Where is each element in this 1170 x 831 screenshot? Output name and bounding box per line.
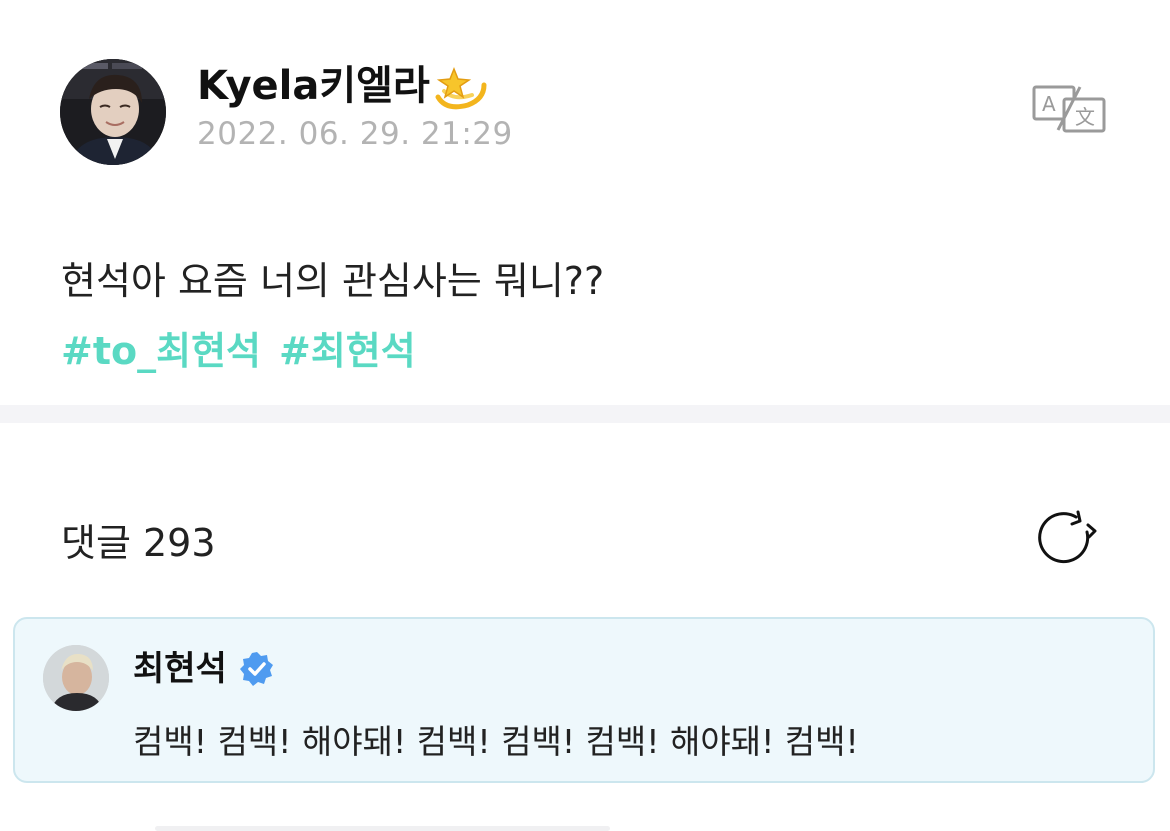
verified-badge-icon — [239, 651, 275, 687]
author-avatar[interactable] — [60, 59, 166, 165]
comment-author-avatar[interactable] — [43, 645, 109, 711]
author-name[interactable]: Kyela키엘라 — [197, 58, 488, 114]
translate-button[interactable]: A 文 — [1028, 84, 1108, 134]
hashtag-link[interactable]: #최현석 — [279, 320, 416, 375]
comment-text: 컴백! 컴백! 해야돼! 컴백! 컴백! 컴백! 해야돼! 컴백! — [133, 722, 859, 761]
hashtag-link[interactable]: #to_최현석 — [61, 320, 261, 375]
svg-text:A: A — [1042, 92, 1056, 116]
translate-icon: A 文 — [1032, 85, 1106, 133]
author-name-text: Kyela키엘라 — [197, 63, 430, 109]
post-detail-page: Kyela키엘라 2022. 06. 29. 21:29 A 文 현석아 요즘 … — [0, 0, 1170, 831]
svg-text:文: 文 — [1075, 105, 1095, 129]
comment-author[interactable]: 최현석 — [133, 645, 275, 693]
comment-avatar-photo — [43, 645, 109, 711]
author-avatar-photo — [60, 59, 166, 165]
highlighted-comment[interactable]: 최현석 컴백! 컴백! 해야돼! 컴백! 컴백! 컴백! 해야돼! 컴백! — [13, 617, 1155, 783]
next-comment-edge — [155, 826, 610, 831]
hashtag-list: #to_최현석 #최현석 — [61, 320, 416, 375]
refresh-comments-button[interactable] — [1038, 510, 1100, 568]
comments-count-label: 댓글 293 — [61, 521, 216, 565]
dizzy-star-emoji-icon — [434, 61, 488, 111]
post-timestamp: 2022. 06. 29. 21:29 — [197, 116, 513, 152]
post-text: 현석아 요즘 너의 관심사는 뭐니?? — [61, 259, 605, 303]
comment-author-name: 최현석 — [133, 649, 227, 689]
section-divider — [0, 405, 1170, 423]
refresh-icon — [1038, 510, 1097, 564]
